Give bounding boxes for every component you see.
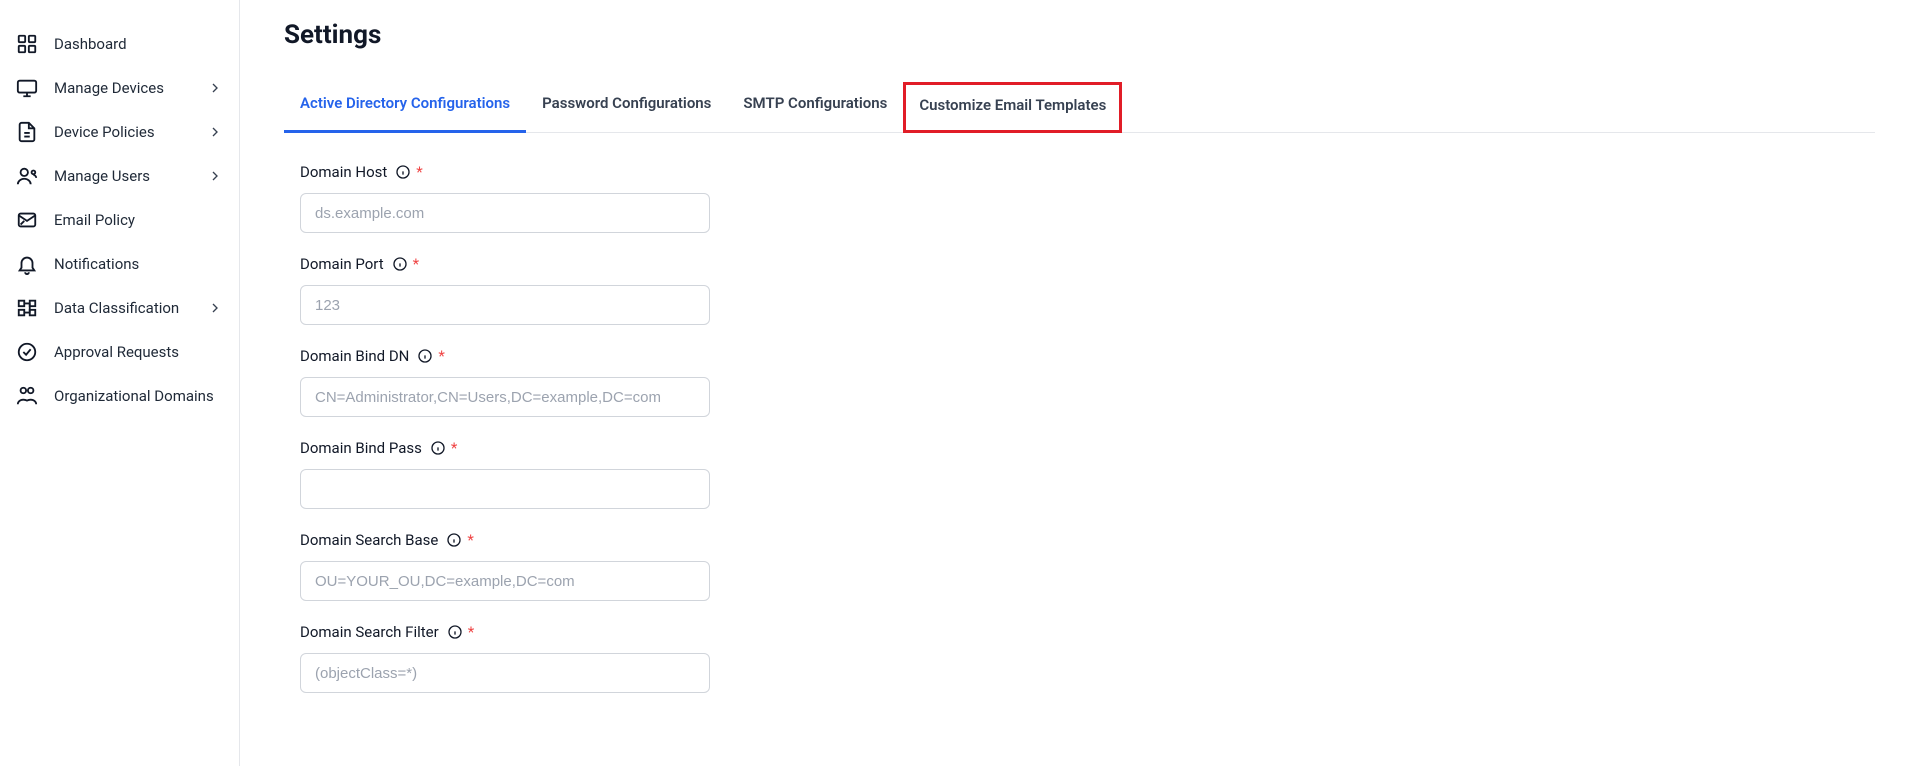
form-row-domain-search-filter: Domain Search Filter * (300, 623, 1875, 693)
sidebar-item-manage-devices[interactable]: Manage Devices (0, 66, 239, 110)
sidebar-item-data-classification[interactable]: Data Classification (0, 286, 239, 330)
chevron-right-icon (207, 124, 223, 140)
chevron-right-icon (207, 80, 223, 96)
info-icon[interactable] (447, 624, 463, 640)
form-row-domain-port: Domain Port * (300, 255, 1875, 325)
tabs-bar: Active Directory ConfigurationsPassword … (284, 80, 1875, 133)
sidebar-item-label: Manage Devices (54, 78, 207, 99)
required-mark: * (467, 531, 473, 549)
approval-icon (16, 341, 38, 363)
sidebar-item-email-policy[interactable]: Email Policy (0, 198, 239, 242)
chevron-right-icon (207, 300, 223, 316)
form-row-domain-bind-dn: Domain Bind DN * (300, 347, 1875, 417)
form-label: Domain Bind Pass * (300, 439, 1875, 457)
form-label-text: Domain Search Filter (300, 623, 439, 641)
sidebar-item-label: Notifications (54, 254, 223, 275)
page-title: Settings (284, 20, 1875, 50)
required-mark: * (468, 623, 474, 641)
info-icon[interactable] (417, 348, 433, 364)
form-label-text: Domain Host (300, 163, 387, 181)
bell-icon (16, 253, 38, 275)
sidebar-item-label: Manage Users (54, 166, 207, 187)
info-icon[interactable] (446, 532, 462, 548)
users-icon (16, 165, 38, 187)
form-label-text: Domain Port (300, 255, 384, 273)
sidebar-item-approval-requests[interactable]: Approval Requests (0, 330, 239, 374)
input-domain-search-filter[interactable] (300, 653, 710, 693)
sidebar-item-label: Dashboard (54, 34, 223, 55)
info-icon[interactable] (395, 164, 411, 180)
main-content: Settings Active Directory Configurations… (240, 0, 1919, 766)
input-domain-bind-pass[interactable] (300, 469, 710, 509)
form-label: Domain Search Filter * (300, 623, 1875, 641)
form-label-text: Domain Search Base (300, 531, 438, 549)
form-label: Domain Host * (300, 163, 1875, 181)
tab-password-configurations[interactable]: Password Configurations (526, 80, 727, 133)
tab-customize-email-templates[interactable]: Customize Email Templates (903, 82, 1122, 133)
required-mark: * (438, 347, 444, 365)
form-label: Domain Search Base * (300, 531, 1875, 549)
input-domain-bind-dn[interactable] (300, 377, 710, 417)
required-mark: * (451, 439, 457, 457)
policies-icon (16, 121, 38, 143)
sidebar: Dashboard Manage Devices Device Policies Ma… (0, 0, 240, 766)
sidebar-item-dashboard[interactable]: Dashboard (0, 22, 239, 66)
sidebar-item-manage-users[interactable]: Manage Users (0, 154, 239, 198)
form-label: Domain Bind DN * (300, 347, 1875, 365)
classification-icon (16, 297, 38, 319)
form-row-domain-host: Domain Host * (300, 163, 1875, 233)
tab-active-directory-configurations[interactable]: Active Directory Configurations (284, 80, 526, 133)
input-domain-host[interactable] (300, 193, 710, 233)
required-mark: * (416, 163, 422, 181)
tab-smtp-configurations[interactable]: SMTP Configurations (727, 80, 903, 133)
sidebar-item-label: Device Policies (54, 122, 207, 143)
sidebar-item-notifications[interactable]: Notifications (0, 242, 239, 286)
email-icon (16, 209, 38, 231)
sidebar-item-label: Email Policy (54, 210, 223, 231)
chevron-right-icon (207, 168, 223, 184)
sidebar-item-organizational-domains[interactable]: Organizational Domains (0, 374, 239, 418)
form-ad-config: Domain Host*Domain Port*Domain Bind DN*D… (284, 163, 1875, 693)
devices-icon (16, 77, 38, 99)
sidebar-item-label: Data Classification (54, 298, 207, 319)
form-label: Domain Port * (300, 255, 1875, 273)
form-label-text: Domain Bind Pass (300, 439, 422, 457)
dashboard-icon (16, 33, 38, 55)
required-mark: * (413, 255, 419, 273)
sidebar-item-label: Organizational Domains (54, 386, 223, 407)
sidebar-item-label: Approval Requests (54, 342, 223, 363)
form-label-text: Domain Bind DN (300, 347, 409, 365)
form-row-domain-bind-pass: Domain Bind Pass * (300, 439, 1875, 509)
sidebar-item-device-policies[interactable]: Device Policies (0, 110, 239, 154)
input-domain-search-base[interactable] (300, 561, 710, 601)
form-row-domain-search-base: Domain Search Base * (300, 531, 1875, 601)
input-domain-port[interactable] (300, 285, 710, 325)
info-icon[interactable] (430, 440, 446, 456)
org-icon (16, 385, 38, 407)
info-icon[interactable] (392, 256, 408, 272)
